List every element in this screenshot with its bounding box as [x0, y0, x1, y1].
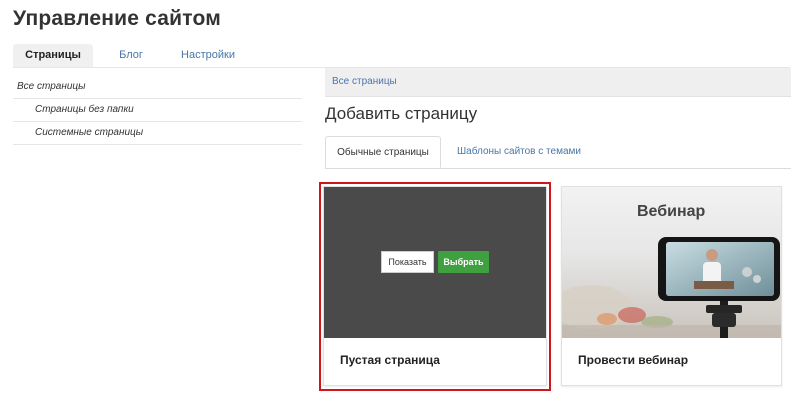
tab-blog[interactable]: Блог [103, 44, 159, 67]
template-card-webinar[interactable]: Вебинар Провести вебинар [561, 186, 782, 386]
show-button[interactable]: Показать [381, 251, 434, 273]
top-tabs: Страницы Блог Настройки [13, 44, 790, 68]
template-card-blank[interactable]: Показать Выбрать Пустая страница [323, 186, 547, 386]
tab-settings[interactable]: Настройки [173, 44, 243, 67]
section-title: Добавить страницу [325, 104, 478, 123]
template-preview-blank: Показать Выбрать [324, 187, 546, 338]
content-tabs: Обычные страницы Шаблоны сайтов с темами [325, 136, 791, 169]
sidebar-item-all-pages[interactable]: Все страницы [13, 76, 302, 99]
sidebar-item-pages-without-folder[interactable]: Страницы без папки [13, 99, 302, 122]
template-preview-webinar: Вебинар [562, 187, 781, 338]
template-card-title: Провести вебинар [578, 353, 689, 367]
sidebar-item-system-pages[interactable]: Системные страницы [13, 122, 302, 145]
tab-pages[interactable]: Страницы [13, 44, 93, 67]
breadcrumb-link-all-pages[interactable]: Все страницы [332, 76, 397, 87]
webinar-preview-heading: Вебинар [637, 203, 706, 220]
tab-site-templates[interactable]: Шаблоны сайтов с темами [449, 136, 589, 168]
template-card-title: Пустая страница [340, 353, 440, 367]
breadcrumb: Все страницы [325, 68, 791, 97]
tab-regular-pages[interactable]: Обычные страницы [325, 136, 441, 168]
sidebar: Все страницы Страницы без папки Системны… [13, 76, 302, 145]
page-title: Управление сайтом [13, 7, 221, 30]
choose-button[interactable]: Выбрать [438, 251, 489, 273]
